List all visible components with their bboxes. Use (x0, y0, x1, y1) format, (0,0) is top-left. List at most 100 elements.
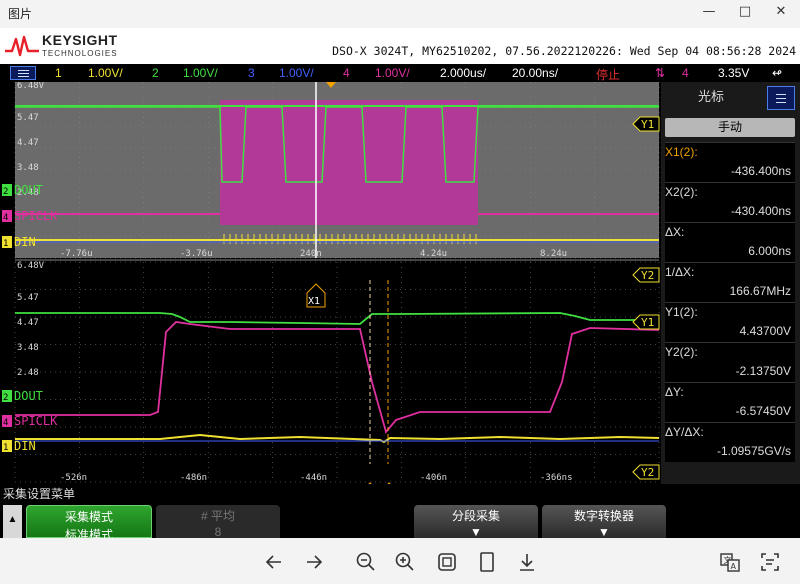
upper-channel-0-num: 2 (3, 187, 8, 197)
model-info: DSO-X 3024T, MY62510202, 07.56.202212022… (332, 44, 796, 58)
ch3-scale[interactable]: 1.00V/ (279, 66, 314, 80)
brand-name: KEYSIGHT (42, 32, 118, 48)
upper-cursor-y1: Y1 (641, 118, 654, 131)
cursor-panel-title: 光标 (697, 89, 724, 104)
arrow-left-icon[interactable] (262, 550, 286, 574)
cursor-readout-item: Y1(2): 4.43700V (665, 302, 795, 342)
acquire-mode-value: 标准模式 (64, 528, 113, 538)
ch3-number[interactable]: 3 (248, 66, 255, 80)
cursor-panel: 光标 手动 X1(2): -436.400ns X2(2): -430.400ns ΔX… (661, 82, 800, 484)
upper-time-label: -3.76u (180, 249, 213, 259)
status-bar: 1 1.00V/ 2 1.00V/ 3 1.00V/ 4 1.00V/ 2.00… (0, 64, 800, 82)
upper-time-label: 4.24u (420, 249, 447, 259)
lower-voltage-label: 3.48 (17, 343, 39, 353)
trigger-channel[interactable]: 4 (682, 66, 689, 80)
lower-time-label: -366ns (540, 473, 573, 483)
cursor-readout-item: ΔY: -6.57450V (665, 382, 795, 422)
run-state[interactable]: 停止 (596, 66, 620, 83)
cursor-mode-button[interactable]: 手动 (665, 118, 795, 137)
viewer-toolbar: 文A (0, 538, 800, 584)
timebase[interactable]: 2.000us/ (440, 66, 486, 80)
upper-channel-1-num: 4 (3, 213, 8, 223)
fit-screen-icon[interactable] (435, 550, 459, 574)
lower-time-label: -526n (60, 473, 87, 483)
lower-channel-1-num: 4 (3, 418, 8, 428)
upper-channel-2-num: 1 (3, 239, 8, 249)
upper-time-label: 8.24u (540, 249, 567, 259)
upper-channel-2-label: DIN (14, 235, 36, 249)
lower-channel-2-num: 1 (3, 443, 8, 453)
ch1-scale[interactable]: 1.00V/ (88, 66, 123, 80)
arrow-right-icon[interactable] (302, 550, 326, 574)
cursor-readout-value: -2.13750V (735, 364, 791, 378)
zoom-timebase[interactable]: 20.00ns/ (512, 66, 558, 80)
segmented-softkey[interactable]: 分段采集 ▼ (414, 505, 538, 538)
ch4-scale[interactable]: 1.00V/ (375, 66, 410, 80)
brand-sub: TECHNOLOGIES (42, 49, 118, 58)
menu-icon[interactable] (10, 66, 36, 80)
lower-voltage-label: 2.48 (17, 368, 39, 378)
cursor-readout-item: Y2(2): -2.13750V (665, 342, 795, 382)
upper-voltage-label: 4.47 (17, 138, 39, 148)
trigger-mode-icon: ↫ (772, 66, 783, 80)
zoom-in-icon[interactable] (393, 550, 417, 574)
upper-channel-0-label: DOUT (14, 183, 43, 197)
segmented-arrow-icon: ▼ (470, 525, 482, 538)
cursor-readout-value: 166.67MHz (729, 284, 791, 298)
cursor-readout-value: 4.43700V (739, 324, 791, 338)
ch1-number[interactable]: 1 (55, 66, 62, 80)
cursor-readout-value: -1.09575GV/s (716, 444, 791, 458)
digitizer-label: 数字转换器 (573, 509, 634, 523)
zoom-out-icon[interactable] (354, 550, 378, 574)
digitizer-softkey[interactable]: 数字转换器 ▼ (542, 505, 666, 538)
trigger-slope-icon: ⇅ (655, 66, 666, 80)
upper-voltage-label: 5.47 (17, 113, 39, 123)
cursor-readout-value: -436.400ns (730, 164, 791, 178)
softkey-back-button[interactable]: ▲ (3, 505, 22, 538)
panel-menu-icon[interactable] (767, 86, 795, 110)
lower-cursor-y2: Y2 (641, 466, 654, 479)
cursor-readout-label: ΔY: (665, 385, 684, 399)
cursor-readout-value: -6.57450V (735, 404, 791, 418)
upper-time-label: -7.76u (60, 249, 93, 259)
page-icon[interactable] (475, 550, 499, 574)
window-title: 图片 (8, 7, 33, 21)
ch2-scale[interactable]: 1.00V/ (183, 66, 218, 80)
maximize-icon[interactable]: □ (730, 0, 760, 26)
cursor-readout-item: 1/ΔX: 166.67MHz (665, 262, 795, 302)
cursor-readout-label: ΔY/ΔX: (665, 425, 704, 439)
digitizer-arrow-icon: ▼ (598, 525, 610, 538)
upper-cursor-x1: X1 (308, 296, 320, 307)
lower-channel-0-label: DOUT (14, 389, 43, 403)
cursor-readout-value: -430.400ns (730, 204, 791, 218)
keysight-logo-icon (5, 35, 39, 57)
minimize-icon[interactable]: — (694, 0, 724, 26)
waveform-display[interactable]: 6.48V 5.47 4.47 3.48 2.48 -7.76u -3.76u 240n 4.2… (0, 82, 660, 484)
cursor-readout-label: 1/ΔX: (665, 265, 695, 279)
upper-cursor-y2: Y2 (641, 269, 654, 282)
trigger-level[interactable]: 3.35V (718, 66, 749, 80)
softkey-bar: 采集设置菜单 ▲ 采集模式 标准模式 # 平均 8 分段采集 ▼ 数字转换器 ▼ (0, 484, 800, 538)
lower-voltage-label: 5.47 (17, 293, 39, 303)
translate-icon[interactable]: 文A (718, 550, 742, 574)
ch4-number[interactable]: 4 (343, 66, 350, 80)
lower-voltage-label: 6.48V (17, 261, 45, 271)
segmented-label: 分段采集 (451, 509, 500, 523)
acquire-mode-softkey[interactable]: 采集模式 标准模式 (26, 505, 152, 538)
close-icon[interactable]: ✕ (766, 0, 796, 26)
cursor-readout-item: ΔY/ΔX: -1.09575GV/s (665, 422, 795, 462)
average-softkey[interactable]: # 平均 8 (156, 505, 280, 538)
cursor-readout-item: X2(2): -430.400ns (665, 182, 795, 222)
lower-grid (14, 261, 660, 483)
cursor-readout-item: X1(2): -436.400ns (665, 142, 795, 182)
upper-channel-1-label: SPICLK (14, 209, 58, 223)
ch2-number[interactable]: 2 (152, 66, 159, 80)
lower-time-label: -486n (180, 473, 207, 483)
average-label-row: # 平均 (156, 507, 280, 524)
download-icon[interactable] (515, 550, 539, 574)
lower-channel-0-num: 2 (3, 393, 8, 403)
upper-voltage-label: 6.48V (17, 82, 45, 91)
ocr-icon[interactable] (758, 550, 782, 574)
hash-icon: # (200, 509, 211, 523)
cursor-readout-item: ΔX: 6.000ns (665, 222, 795, 262)
